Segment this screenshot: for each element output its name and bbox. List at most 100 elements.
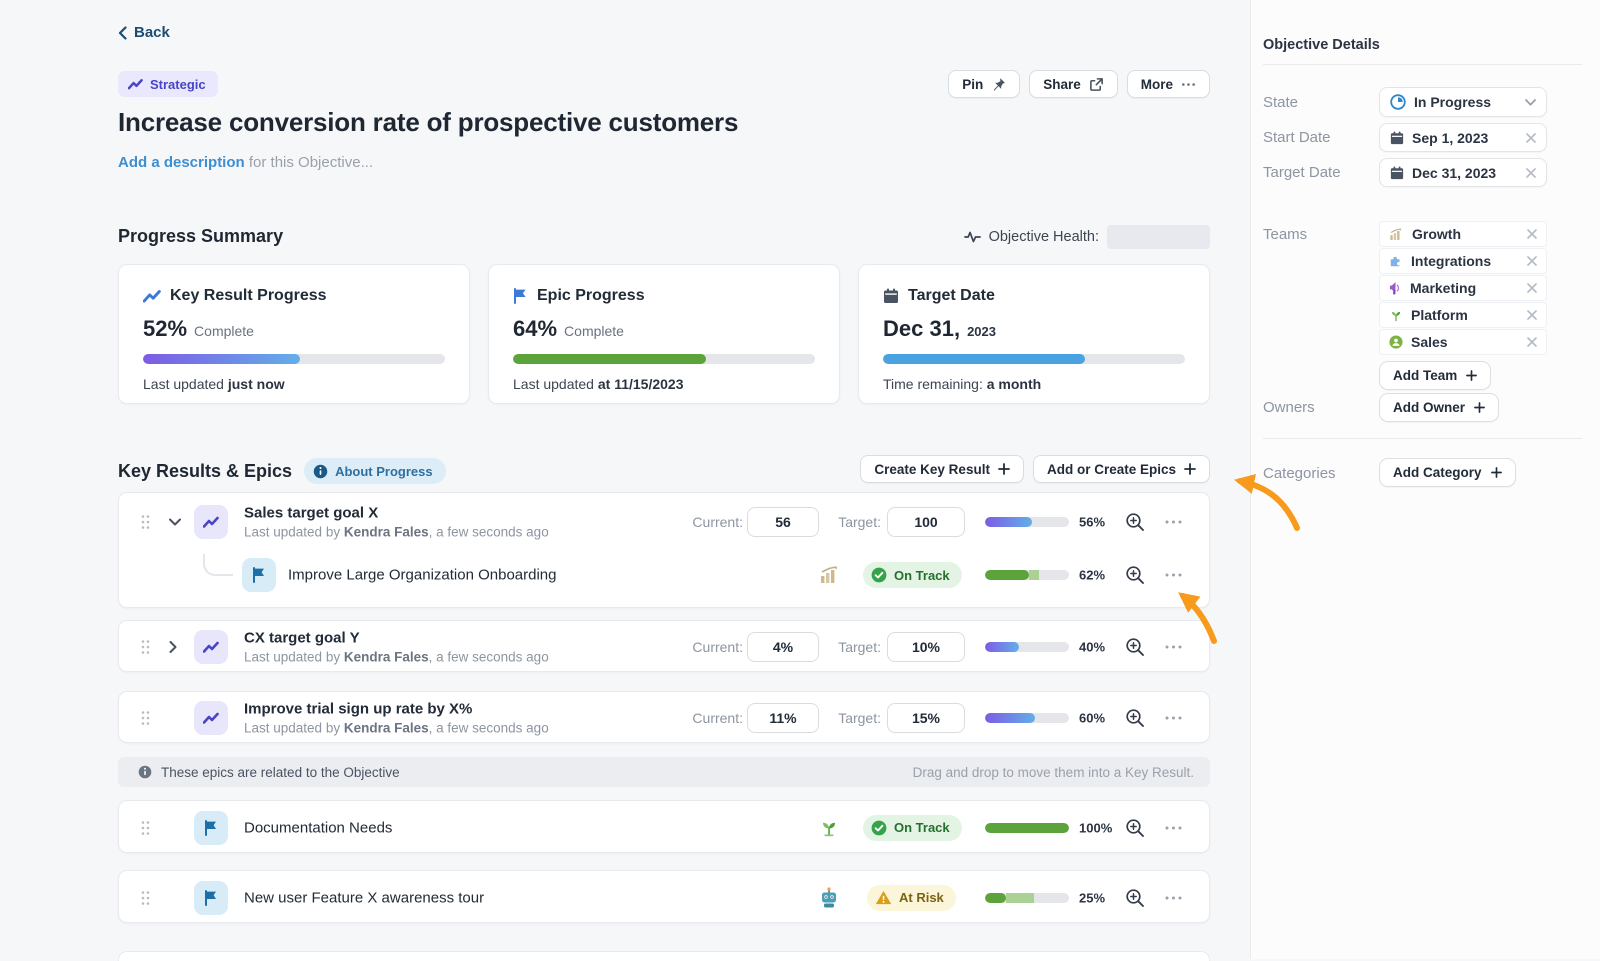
target-label: Target: <box>819 639 881 655</box>
state-dropdown[interactable]: In Progress <box>1379 87 1547 117</box>
epic-row[interactable]: New user Feature X awareness tour At Ris… <box>119 871 1209 924</box>
zoom-in-icon[interactable] <box>1125 565 1145 585</box>
remove-icon[interactable] <box>1527 337 1537 347</box>
drag-handle-icon[interactable] <box>141 711 150 726</box>
zoom-in-icon[interactable] <box>1125 818 1145 838</box>
key-result-icon <box>194 701 228 735</box>
plus-icon <box>998 463 1010 475</box>
remove-icon[interactable] <box>1527 310 1537 320</box>
row-more-icon[interactable] <box>1165 896 1182 900</box>
row-more-icon[interactable] <box>1165 645 1182 649</box>
key-result-row[interactable]: Sales target goal X Last updated by Kend… <box>119 493 1209 550</box>
key-result-card: Improve trial sign up rate by X% Last up… <box>118 691 1210 743</box>
zoom-in-icon[interactable] <box>1125 888 1145 908</box>
target-label: Target: <box>819 710 881 726</box>
team-name: Sales <box>1411 334 1448 350</box>
card-title: Target Date <box>908 287 995 305</box>
team-item[interactable]: Marketing <box>1379 275 1547 301</box>
megaphone-icon <box>1389 281 1402 295</box>
key-result-row[interactable]: Improve trial sign up rate by X% Last up… <box>119 692 1209 744</box>
row-title: Improve Large Organization Onboarding <box>288 567 557 584</box>
key-result-icon <box>194 505 228 539</box>
target-date-field[interactable]: Dec 31, 2023 <box>1379 158 1547 187</box>
remove-icon[interactable] <box>1527 229 1537 239</box>
ellipsis-icon <box>1181 82 1196 87</box>
team-name: Integrations <box>1411 253 1491 269</box>
current-value-input[interactable] <box>747 632 819 662</box>
page-title: Increase conversion rate of prospective … <box>118 107 738 138</box>
key-results-heading: Key Results & Epics <box>118 461 292 482</box>
target-date-card: Target Date Dec 31,2023 Time remaining: … <box>858 264 1210 404</box>
key-result-card: Sales target goal X Last updated by Kend… <box>118 492 1210 608</box>
zoom-in-icon[interactable] <box>1125 512 1145 532</box>
current-value-input[interactable] <box>747 703 819 733</box>
drag-handle-icon[interactable] <box>141 890 150 905</box>
more-button[interactable]: More <box>1127 70 1210 98</box>
target-value-input[interactable] <box>887 632 965 662</box>
about-progress-pill[interactable]: About Progress <box>304 458 446 484</box>
progress-bar <box>513 354 815 364</box>
zoom-in-icon[interactable] <box>1125 708 1145 728</box>
main-content: Back Strategic Pin Share More Increase c… <box>118 0 1210 959</box>
status-badge: At Risk <box>867 885 956 911</box>
teams-label: Teams <box>1263 226 1307 243</box>
chevron-down-icon[interactable] <box>169 518 181 526</box>
owners-label: Owners <box>1263 399 1315 416</box>
check-circle-icon <box>871 567 887 583</box>
current-value-input[interactable] <box>747 507 819 537</box>
add-category-button[interactable]: Add Category <box>1379 458 1516 487</box>
drag-handle-icon[interactable] <box>141 514 150 529</box>
target-value-input[interactable] <box>887 703 965 733</box>
create-key-result-button[interactable]: Create Key Result <box>860 455 1024 483</box>
share-button[interactable]: Share <box>1029 70 1118 98</box>
row-updated: Last updated by Kendra Fales, a few seco… <box>244 721 549 736</box>
team-item[interactable]: Growth <box>1379 221 1547 247</box>
seedling-icon <box>819 818 839 837</box>
add-team-button[interactable]: Add Team <box>1379 361 1491 390</box>
objective-details-panel: Objective Details State In Progress Star… <box>1250 0 1600 959</box>
add-team-label: Add Team <box>1393 368 1457 383</box>
add-owner-button[interactable]: Add Owner <box>1379 393 1499 422</box>
zoom-in-icon[interactable] <box>1125 637 1145 657</box>
row-more-icon[interactable] <box>1165 573 1182 577</box>
remove-icon[interactable] <box>1527 283 1537 293</box>
objective-health: Objective Health: <box>964 225 1210 249</box>
epic-row[interactable]: Documentation Needs On Track 100% <box>119 801 1209 854</box>
row-more-icon[interactable] <box>1165 520 1182 524</box>
current-label: Current: <box>659 639 743 655</box>
create-key-result-label: Create Key Result <box>874 462 990 477</box>
pin-button[interactable]: Pin <box>948 70 1020 98</box>
chevron-right-icon[interactable] <box>169 641 177 653</box>
flag-icon <box>513 288 528 304</box>
row-more-icon[interactable] <box>1165 716 1182 720</box>
growth-chart-icon <box>1389 228 1404 241</box>
nested-epic-row[interactable]: Improve Large Organization Onboarding On… <box>119 550 1209 600</box>
card-title: Epic Progress <box>537 287 645 305</box>
strategic-badge: Strategic <box>118 71 218 97</box>
row-updated: Last updated by Kendra Fales, a few seco… <box>244 650 549 665</box>
team-item[interactable]: Sales <box>1379 329 1547 355</box>
target-value-input[interactable] <box>887 507 965 537</box>
chevron-down-icon <box>1525 99 1536 106</box>
team-item[interactable]: Integrations <box>1379 248 1547 274</box>
row-progress-bar <box>985 570 1069 580</box>
key-result-row[interactable]: CX target goal Y Last updated by Kendra … <box>119 621 1209 673</box>
clear-icon[interactable] <box>1526 133 1536 143</box>
row-more-icon[interactable] <box>1165 826 1182 830</box>
start-date-field[interactable]: Sep 1, 2023 <box>1379 123 1547 152</box>
about-progress-label: About Progress <box>335 464 433 479</box>
row-updated: Last updated by Kendra Fales, a few seco… <box>244 524 549 539</box>
add-or-create-epics-button[interactable]: Add or Create Epics <box>1033 455 1210 483</box>
drag-handle-icon[interactable] <box>141 820 150 835</box>
remove-icon[interactable] <box>1527 256 1537 266</box>
card-footer: Last updated just now <box>143 376 445 392</box>
drag-handle-icon[interactable] <box>141 640 150 655</box>
plus-icon <box>1184 463 1196 475</box>
clear-icon[interactable] <box>1526 168 1536 178</box>
status-badge: On Track <box>863 815 962 841</box>
team-item[interactable]: Platform <box>1379 302 1547 328</box>
add-description-link[interactable]: Add a description <box>118 154 245 171</box>
growth-chart-icon <box>819 566 841 584</box>
back-button[interactable]: Back <box>118 24 170 41</box>
card-value-suffix: Complete <box>564 323 624 339</box>
